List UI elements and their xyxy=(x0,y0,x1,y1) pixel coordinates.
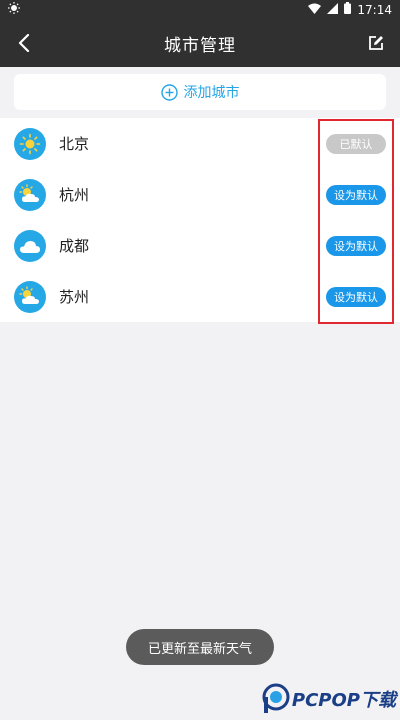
city-name: 杭州 xyxy=(59,186,90,204)
clock-time: 17:14 xyxy=(357,2,392,17)
wifi-icon xyxy=(308,3,322,17)
back-button[interactable] xyxy=(8,27,40,59)
partly-cloudy-icon xyxy=(14,178,46,211)
chevron-left-icon xyxy=(18,34,30,52)
edit-icon xyxy=(369,36,383,50)
weather-status-icon xyxy=(8,2,20,17)
city-name: 苏州 xyxy=(59,288,90,306)
page-title: 城市管理 xyxy=(164,35,236,56)
battery-icon xyxy=(344,2,352,17)
edit-button[interactable] xyxy=(360,27,392,59)
status-bar: 17:14 xyxy=(0,0,400,19)
add-city-button[interactable]: 添加城市 xyxy=(14,74,386,110)
add-city-label: 添加城市 xyxy=(183,85,240,101)
annotation-highlight-box xyxy=(318,119,394,324)
watermark-text: PCPOP下载 xyxy=(291,690,396,711)
city-name: 成都 xyxy=(59,237,90,255)
pcpop-logo-icon xyxy=(262,683,290,713)
partly-cloudy-icon xyxy=(14,280,46,313)
add-circle-icon xyxy=(160,83,178,101)
signal-icon xyxy=(327,2,339,17)
toast-message: 已更新至最新天气 xyxy=(126,629,274,665)
header-bar: 城市管理 xyxy=(0,19,400,67)
sun-icon xyxy=(14,127,46,160)
cloud-icon xyxy=(14,229,46,262)
city-name: 北京 xyxy=(59,135,90,153)
watermark-logo: PCPOP下载 xyxy=(262,682,396,716)
